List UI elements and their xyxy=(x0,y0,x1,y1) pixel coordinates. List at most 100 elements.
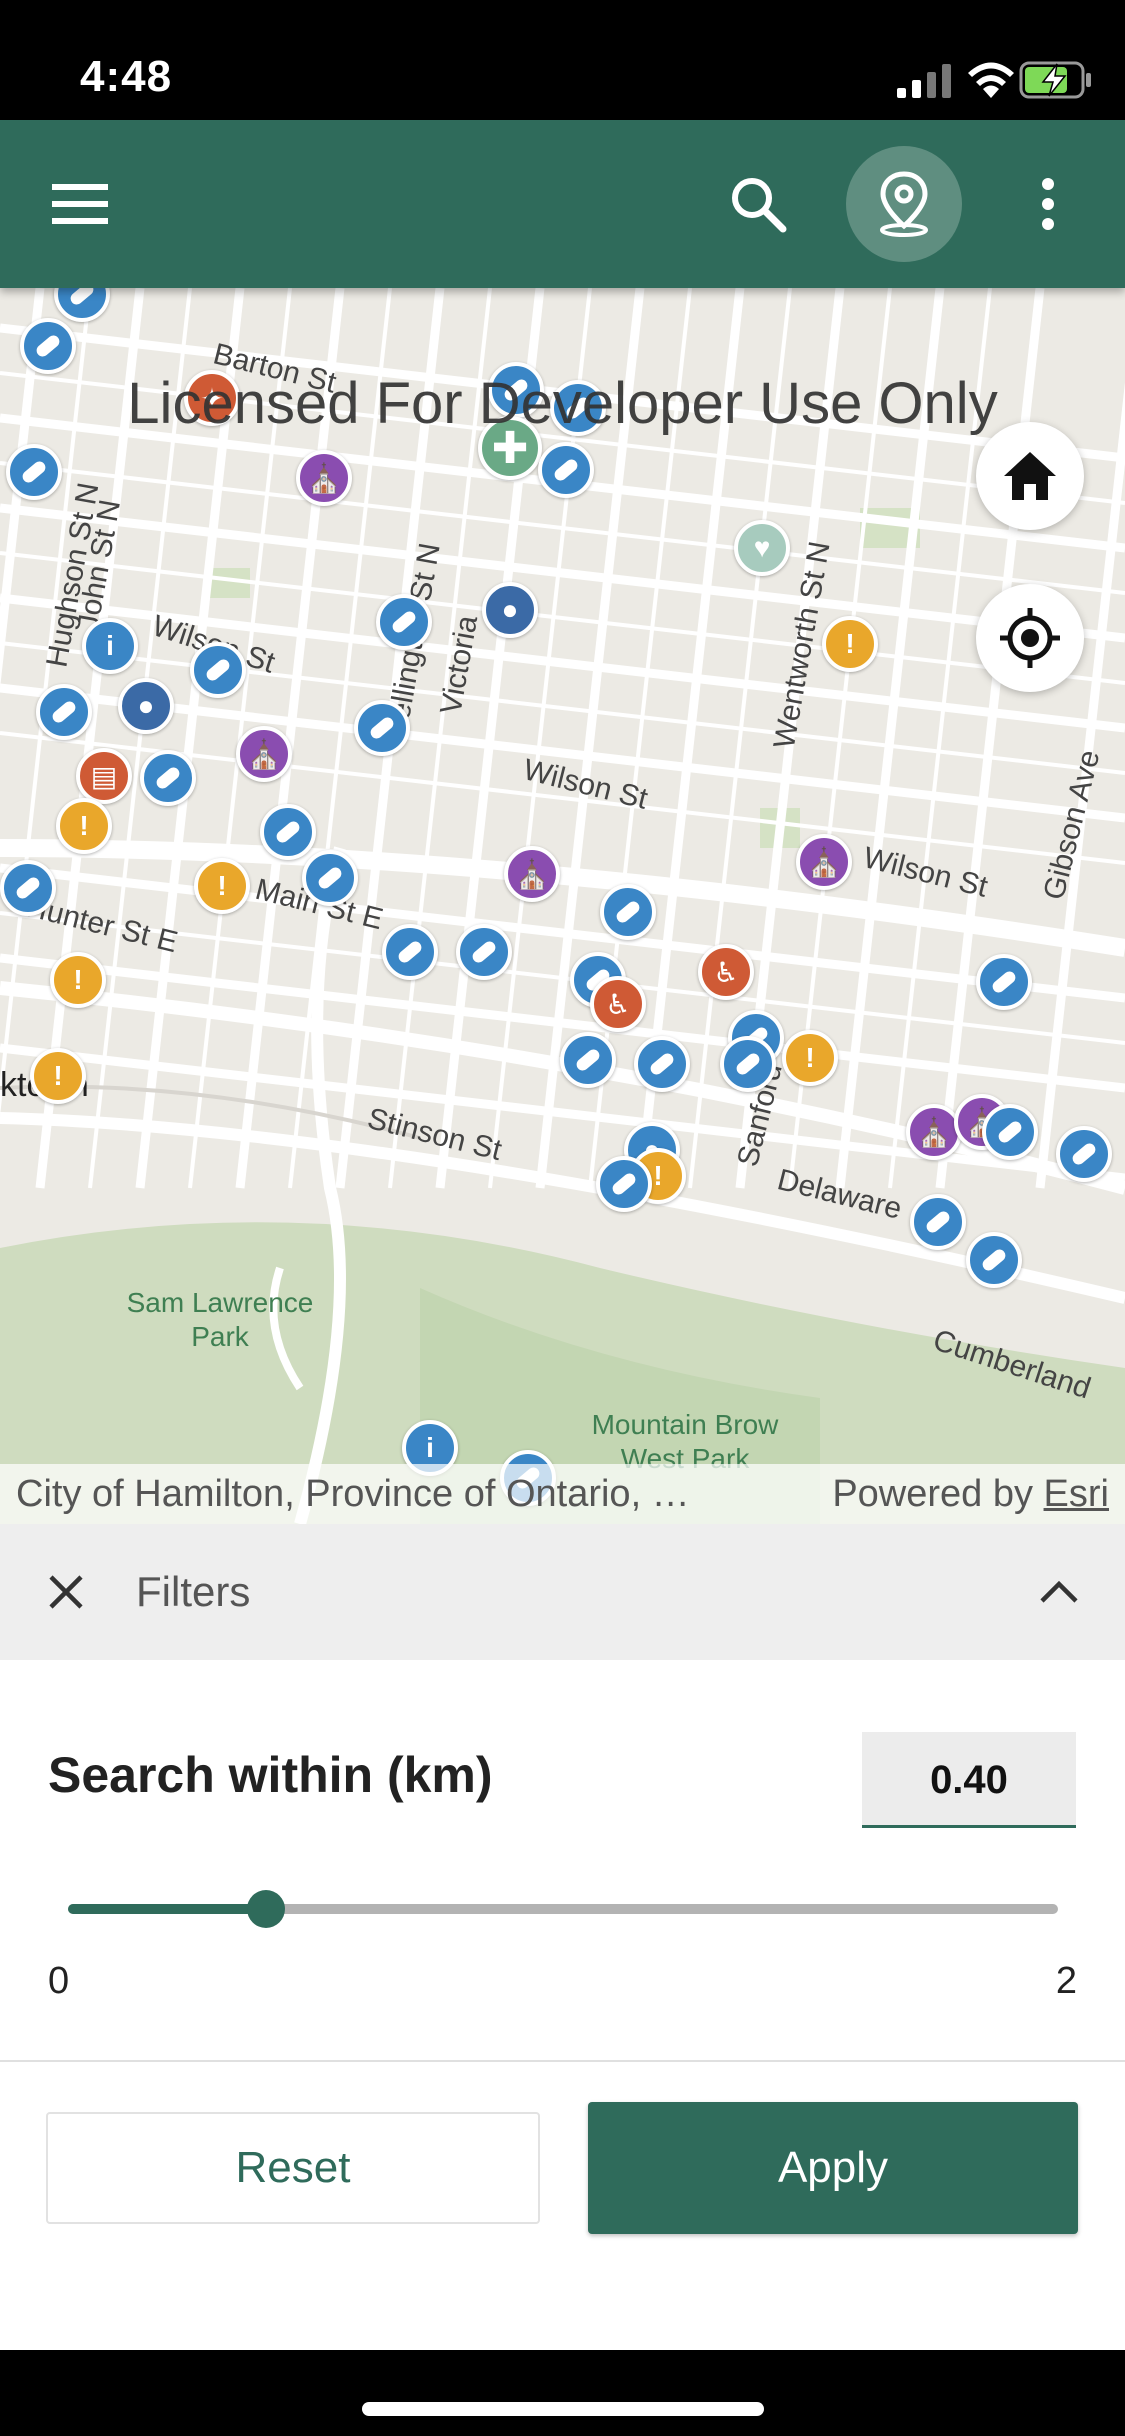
search-button[interactable] xyxy=(708,154,808,254)
pill-icon xyxy=(1070,1141,1098,1167)
pharmacy-pin[interactable] xyxy=(976,954,1032,1010)
divider xyxy=(0,2060,1125,2062)
cellular-signal-icon xyxy=(897,64,951,98)
menu-button[interactable] xyxy=(30,154,130,254)
pharmacy-pin[interactable] xyxy=(36,684,92,740)
pharmacy-pin[interactable] xyxy=(190,642,246,698)
pharmacy-pin[interactable] xyxy=(596,1156,652,1212)
app-bar xyxy=(0,120,1125,288)
pill-icon xyxy=(390,609,418,635)
pharmacy-pin[interactable] xyxy=(982,1104,1038,1160)
health-service-pin[interactable]: ! xyxy=(50,952,106,1008)
home-icon xyxy=(1004,452,1056,500)
pharmacy-pin[interactable] xyxy=(0,860,56,916)
pharmacy-pin[interactable] xyxy=(302,850,358,906)
pill-icon xyxy=(552,457,580,483)
pharmacy-pin[interactable] xyxy=(260,804,316,860)
clinic-pin[interactable]: ▤ xyxy=(76,748,132,804)
map-view[interactable]: Barton St Hughson St N John St N Wilson … xyxy=(0,288,1125,1524)
slider-fill xyxy=(68,1904,266,1914)
place-of-worship-pin[interactable]: ⛪ xyxy=(796,834,852,890)
chevron-up-icon xyxy=(1040,1580,1078,1603)
pill-icon xyxy=(470,939,498,965)
place-of-worship-pin[interactable]: ⛪ xyxy=(296,450,352,506)
filters-header: Filters xyxy=(0,1524,1125,1660)
home-indicator[interactable] xyxy=(362,2402,764,2416)
distance-slider[interactable] xyxy=(68,1880,1058,1940)
pill-icon xyxy=(614,899,642,925)
search-icon xyxy=(732,178,787,233)
health-service-pin[interactable]: ! xyxy=(782,1030,838,1086)
home-indicator-area xyxy=(0,2350,1125,2436)
place-of-worship-pin[interactable]: ⛪ xyxy=(504,846,560,902)
location-pin-icon xyxy=(880,171,928,237)
park-label: Sam Lawrence Park xyxy=(126,1287,314,1352)
slider-max-label: 2 xyxy=(1055,1960,1077,2002)
pill-icon xyxy=(50,699,78,725)
close-filters-button[interactable] xyxy=(22,1548,110,1636)
filters-title: Filters xyxy=(136,1568,251,1615)
collapse-filters-button[interactable] xyxy=(1015,1548,1103,1636)
info-pin[interactable]: i xyxy=(82,618,138,674)
pill-icon xyxy=(980,1247,1008,1273)
search-within-label: Search within (km) xyxy=(48,1747,493,1803)
pharmacy-pin[interactable] xyxy=(376,594,432,650)
health-service-pin[interactable]: ! xyxy=(194,858,250,914)
home-extent-button[interactable] xyxy=(976,422,1084,530)
accessibility-pin[interactable]: ♿ xyxy=(590,976,646,1032)
pharmacy-pin[interactable] xyxy=(1056,1126,1112,1182)
apply-button[interactable]: Apply xyxy=(588,2102,1078,2234)
pharmacy-pin[interactable] xyxy=(6,444,62,500)
developer-watermark: Licensed For Developer Use Only xyxy=(127,371,998,436)
close-icon xyxy=(49,1575,83,1609)
menu-icon xyxy=(52,184,108,224)
pharmacy-pin[interactable] xyxy=(720,1036,776,1092)
reset-button[interactable]: Reset xyxy=(46,2112,540,2224)
service-pin[interactable]: ● xyxy=(482,582,538,638)
more-vertical-icon xyxy=(1042,178,1054,230)
pill-icon xyxy=(924,1209,952,1235)
pill-icon xyxy=(34,333,62,359)
pill-icon xyxy=(996,1119,1024,1145)
place-of-worship-pin[interactable]: ⛪ xyxy=(236,726,292,782)
filters-panel: Search within (km) 0.40 0 2 Reset Apply xyxy=(0,1660,1125,2350)
current-location-button[interactable] xyxy=(976,584,1084,692)
more-options-button[interactable] xyxy=(1000,154,1096,254)
pill-icon xyxy=(990,969,1018,995)
pharmacy-pin[interactable] xyxy=(382,924,438,980)
pill-icon xyxy=(734,1051,762,1077)
esri-link[interactable]: Esri xyxy=(1044,1473,1109,1515)
pill-icon xyxy=(68,288,96,307)
pharmacy-pin[interactable] xyxy=(140,750,196,806)
slider-thumb[interactable] xyxy=(247,1890,285,1928)
pill-icon xyxy=(20,459,48,485)
place-of-worship-pin[interactable]: ⛪ xyxy=(906,1104,962,1160)
pharmacy-pin[interactable] xyxy=(20,318,76,374)
service-pin[interactable]: ● xyxy=(118,678,174,734)
accessibility-pin[interactable]: ♿ xyxy=(698,944,754,1000)
pill-icon xyxy=(648,1051,676,1077)
pharmacy-pin[interactable] xyxy=(538,442,594,498)
search-within-input[interactable]: 0.40 xyxy=(862,1732,1076,1828)
pharmacy-pin[interactable] xyxy=(600,884,656,940)
health-service-pin[interactable]: ! xyxy=(56,798,112,854)
pharmacy-pin[interactable] xyxy=(966,1232,1022,1288)
pill-icon xyxy=(154,765,182,791)
pharmacy-pin[interactable] xyxy=(354,700,410,756)
pill-icon xyxy=(204,657,232,683)
pharmacy-pin[interactable] xyxy=(560,1032,616,1088)
gps-crosshair-icon xyxy=(1000,608,1060,668)
pharmacy-pin[interactable] xyxy=(456,924,512,980)
map-attribution: City of Hamilton, Province of Ontario, …… xyxy=(0,1464,1125,1524)
pill-icon xyxy=(316,865,344,891)
powered-by-label: Powered by xyxy=(832,1472,1033,1515)
pill-icon xyxy=(610,1171,638,1197)
battery-charging-icon xyxy=(1019,61,1091,99)
support-service-pin[interactable]: ♥ xyxy=(734,520,790,576)
pharmacy-pin[interactable] xyxy=(634,1036,690,1092)
location-filter-button[interactable] xyxy=(846,146,962,262)
pharmacy-pin[interactable] xyxy=(910,1194,966,1250)
wifi-icon xyxy=(968,62,1014,98)
health-service-pin[interactable]: ! xyxy=(30,1048,86,1104)
health-service-pin[interactable]: ! xyxy=(822,616,878,672)
